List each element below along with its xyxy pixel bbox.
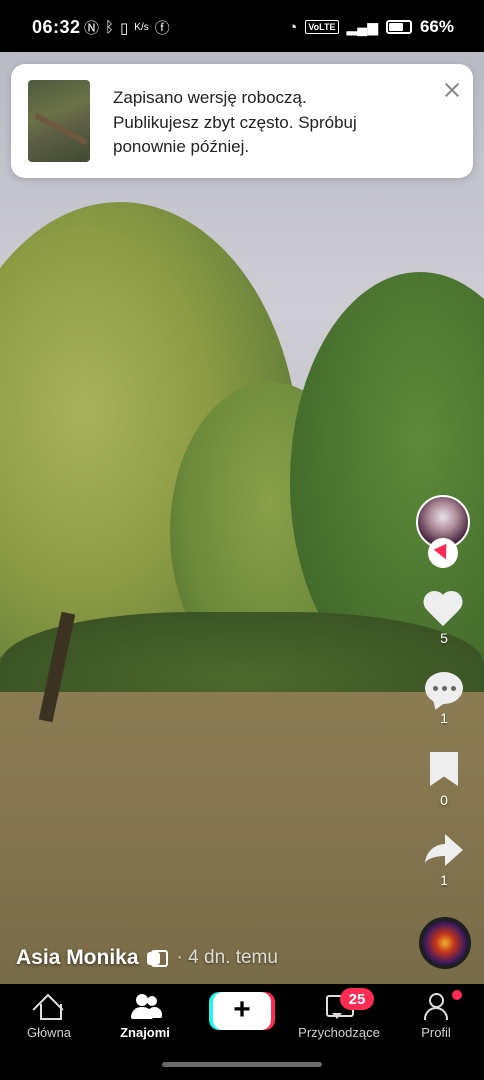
post-time: · 4 dn. temu	[176, 947, 278, 968]
toast-line-1: Zapisano wersję roboczą.	[113, 88, 307, 107]
battery-percent: 66%	[419, 17, 454, 36]
comment-icon	[425, 672, 463, 704]
nav-friends-label: Znajomi	[120, 1025, 170, 1040]
profile-notification-dot	[452, 990, 462, 1000]
send-icon[interactable]	[428, 538, 458, 568]
wifi-icon: ◔	[288, 18, 298, 36]
battery-icon	[385, 20, 412, 34]
toast-line-2: Publikujesz zbyt często. Spróbuj	[113, 112, 357, 132]
nav-home-label: Główna	[26, 1025, 72, 1040]
home-icon	[34, 992, 64, 1020]
nfc-icon: Ⓝ	[84, 20, 100, 37]
like-count: 5	[440, 630, 448, 646]
share-button[interactable]: 1	[410, 834, 478, 888]
facebook-icon: ⓕ	[154, 20, 170, 37]
status-bar: 06:32 Ⓝ ᛒ ▯ K/s ⓕ ◔ VoLTE ▂▄▆ 66%	[0, 0, 484, 52]
nav-inbox[interactable]: Przychodzące	[288, 992, 390, 1040]
comment-button[interactable]: 1	[410, 672, 478, 726]
inbox-badge: 25	[340, 988, 374, 1010]
plus-icon: +	[233, 993, 251, 1026]
bookmark-icon	[430, 752, 458, 786]
author-name[interactable]: Asia Monika	[16, 946, 139, 970]
save-button[interactable]: 0	[410, 752, 478, 808]
like-button[interactable]: 5	[410, 590, 478, 646]
friends-icon	[128, 992, 162, 1020]
vibrate-icon: ▯	[120, 19, 129, 37]
nav-friends[interactable]: Znajomi	[112, 992, 178, 1040]
friends-only-icon	[146, 950, 168, 967]
status-right: ◔ VoLTE ▂▄▆ 66%	[288, 17, 454, 37]
signal-icon: ▂▄▆	[346, 18, 378, 35]
status-icons-left: Ⓝ ᛒ ▯ K/s ⓕ	[84, 17, 170, 38]
share-count: 1	[440, 872, 448, 888]
comment-count: 1	[440, 710, 448, 726]
nav-profile-label: Profil	[421, 1025, 451, 1040]
share-icon	[425, 834, 463, 866]
close-icon[interactable]	[441, 80, 463, 102]
author-row: Asia Monika · 4 dn. temu	[16, 946, 278, 970]
toast-message: Zapisano wersję roboczą. Publikujesz zby…	[113, 86, 423, 160]
data-speed-icon: K/s	[134, 22, 149, 33]
draft-saved-toast: Zapisano wersję roboczą. Publikujesz zby…	[11, 64, 473, 178]
toast-line-3: ponownie później.	[113, 137, 250, 156]
create-button[interactable]: +	[213, 992, 271, 1030]
nav-inbox-label: Przychodzące	[298, 1025, 380, 1040]
bluetooth-icon: ᛒ	[105, 19, 115, 36]
status-time: 06:32	[32, 17, 81, 37]
profile-icon	[422, 992, 450, 1020]
save-count: 0	[440, 792, 448, 808]
home-indicator	[162, 1062, 322, 1067]
volte-badge: VoLTE	[305, 20, 339, 34]
heart-icon	[424, 590, 464, 628]
nav-home[interactable]: Główna	[18, 992, 80, 1040]
draft-thumbnail[interactable]	[28, 80, 90, 162]
music-disc-icon[interactable]	[419, 917, 471, 969]
